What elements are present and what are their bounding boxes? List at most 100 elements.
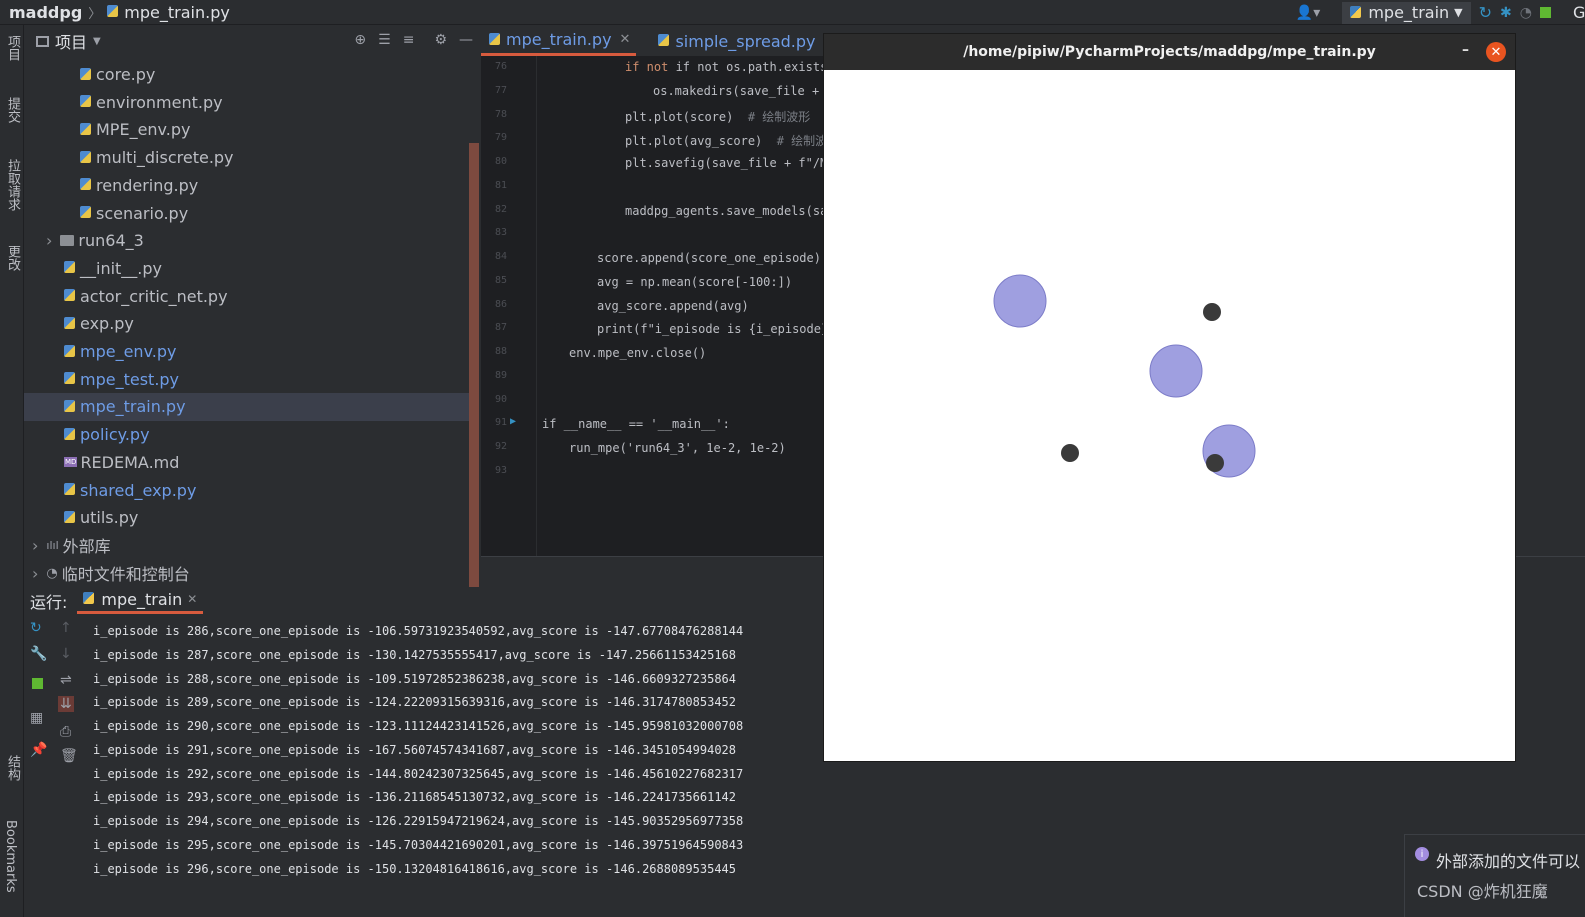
tab-pull-requests-vertical[interactable]: 拉取请求 [3,159,22,211]
soft-wrap-icon[interactable]: ⇌ [60,672,72,688]
tree-item[interactable]: › ılıl 外部库 [32,532,111,559]
project-panel-title[interactable]: 项目 [55,29,87,53]
tab-simple-spread[interactable]: simple_spread.py ✕ [650,30,840,56]
chevron-down-icon[interactable]: ▼ [93,36,101,47]
environment-render [993,274,1256,478]
code-line-88: env.mpe_env.close() [569,346,707,360]
print-icon[interactable]: ⎙ [60,724,71,740]
tree-item[interactable]: mpe_test.py [64,366,179,393]
tree-item[interactable]: mpe_train.py [64,393,186,420]
tab-structure-vertical[interactable]: 结构 [3,755,22,781]
chevron-right-icon[interactable]: › [32,536,38,555]
plot-window[interactable]: /home/pipiw/PycharmProjects/maddpg/mpe_t… [823,33,1516,762]
agent-2 [1061,444,1079,462]
coverage-icon[interactable]: ◔ [1520,5,1532,21]
run-gutter-icon[interactable]: ▶ [510,416,516,427]
breadcrumb-separator: 〉 [88,6,102,22]
tree-item[interactable]: › ◔ 临时文件和控制台 [32,560,190,587]
watermark: CSDN @炸机狂魔 [1417,882,1548,901]
run-panel-header: 运行: mpe_train ✕ [24,587,1585,614]
arrow-down-icon[interactable]: ↓ [60,646,72,662]
python-file-icon [64,344,77,359]
tree-item-label: rendering.py [96,175,199,195]
layout-icon[interactable]: ▦ [30,710,43,726]
tree-item[interactable]: policy.py [64,421,150,448]
scrollbar[interactable] [469,143,479,587]
arrow-up-icon[interactable]: ↑ [60,620,72,636]
python-file-icon [80,95,93,109]
tree-item[interactable]: environment.py [80,89,223,116]
chevron-right-icon[interactable]: › [32,564,38,583]
project-view-icon [36,35,49,47]
tab-mpe-train[interactable]: mpe_train.py ✕ [481,30,637,56]
tree-item[interactable]: shared_exp.py [64,477,196,504]
breadcrumb-file[interactable]: mpe_train.py [124,3,230,22]
scroll-to-end-icon[interactable]: ⇊ [58,696,74,712]
breadcrumb-project[interactable]: maddpg [9,3,82,22]
pin-icon[interactable]: 📌 [30,742,47,758]
tree-item[interactable]: › run64_3 [46,227,144,254]
python-file-icon [64,316,77,331]
tree-item[interactable]: core.py [80,61,155,88]
code-line-86: avg_score.append(avg) [597,299,749,313]
console-line: i_episode is 293,score_one_episode is -1… [93,790,736,805]
overflow-label: G [1573,3,1585,22]
line-number: 80 [494,156,507,167]
line-number: 87 [494,322,507,334]
stop-icon[interactable] [32,678,43,689]
python-file-icon [64,399,77,414]
tree-item[interactable]: exp.py [64,310,134,337]
tree-item[interactable]: multi_discrete.py [80,144,234,171]
minimize-button[interactable]: – [1462,42,1469,58]
tree-item[interactable]: MPE_env.py [80,116,190,143]
close-button[interactable]: ✕ [1486,42,1506,62]
python-file-icon [64,372,77,386]
stop-icon[interactable] [1540,7,1551,18]
code-line-82: maddpg_agents.save_models(sav [625,204,835,218]
notification-balloon[interactable]: i 外部添加的文件可以 CSDN @炸机狂魔 [1404,834,1585,917]
python-icon [1350,5,1363,20]
tree-item[interactable]: __init__.py [64,255,162,282]
collapse-all-icon[interactable]: ≡ [403,32,415,48]
tab-project-vertical[interactable]: 项目 [3,35,22,61]
chevron-right-icon[interactable]: › [46,231,52,250]
tree-item-label: REDEMA.md [80,452,180,472]
tab-bookmarks-vertical[interactable]: Bookmarks [3,820,18,893]
tree-item[interactable]: scenario.py [80,200,188,227]
code-editor[interactable]: 76 77 78 79 80 81 82 83 84 85 86 87 88 89 90 91 92 93 ▶ i… [481,56,885,556]
wrench-icon[interactable]: 🔧 [30,646,47,662]
tree-item[interactable]: rendering.py [80,172,198,199]
tab-commit-vertical[interactable]: 提交 [3,97,22,123]
tree-item[interactable]: actor_critic_net.py [64,283,228,310]
tree-item-label: policy.py [80,425,150,445]
code-line-91: if __name__ == '__main__': [542,417,730,431]
tree-item-label: 临时文件和控制台 [61,565,190,585]
console-line: i_episode is 287,score_one_episode is -1… [93,647,736,662]
tab-changes-vertical[interactable]: 更改 [3,245,22,271]
expand-all-icon[interactable]: ☰ [378,32,391,48]
landmark-1 [993,274,1047,328]
locate-icon[interactable]: ⊕ [354,32,366,48]
python-icon [83,592,96,606]
close-icon[interactable]: ✕ [620,32,631,47]
debug-icon[interactable]: ✱ [1500,5,1512,21]
tree-item-label: actor_critic_net.py [80,286,228,306]
tab-run-mpe-train[interactable]: mpe_train ✕ [77,587,204,614]
run-config-selector[interactable]: mpe_train ▼ [1342,1,1471,24]
run-toolbar-primary: ↻ 🔧 ▦ 📌 [24,614,52,914]
line-number: 85 [494,274,507,286]
close-icon[interactable]: ✕ [187,592,197,606]
gear-icon[interactable]: ⚙ [434,32,447,48]
hide-icon[interactable]: — [459,32,473,48]
window-titlebar[interactable]: /home/pipiw/PycharmProjects/maddpg/mpe_t… [824,34,1515,70]
trash-icon[interactable]: 🗑 [60,748,78,764]
rerun-icon[interactable]: ↻ [30,620,42,636]
user-icon[interactable]: 👤▾ [1296,5,1320,21]
tree-item[interactable]: utils.py [64,504,138,531]
agent-3 [1206,454,1224,472]
console-line: i_episode is 289,score_one_episode is -1… [93,695,736,710]
rerun-icon[interactable]: ↻ [1479,3,1492,22]
tree-item[interactable]: mpe_env.py [64,338,177,365]
tree-item[interactable]: MD REDEMA.md [64,449,179,476]
info-icon: i [1415,847,1429,861]
